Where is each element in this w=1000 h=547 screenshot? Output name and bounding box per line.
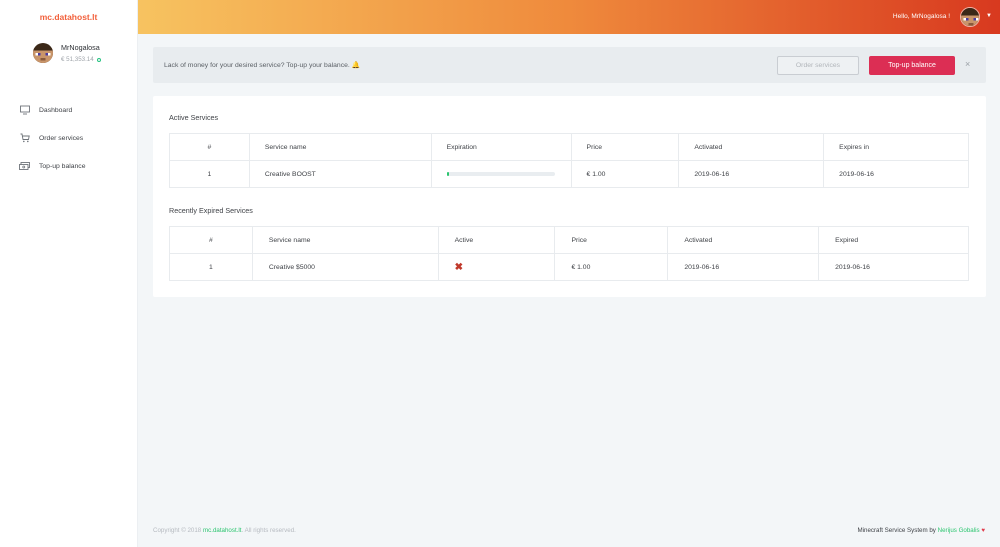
sidebar: mc.datahost.lt MrNogalosa € 51,353.14 Da… — [0, 0, 138, 547]
order-services-button[interactable]: Order services — [777, 56, 859, 75]
column-header: Expires in — [823, 133, 969, 161]
money-icon — [19, 161, 30, 172]
cart-icon — [19, 133, 30, 144]
monitor-icon — [19, 105, 30, 116]
expiration-cell — [430, 160, 572, 188]
column-header: Expiration — [430, 133, 572, 161]
chevron-down-icon[interactable]: ▼ — [986, 13, 992, 19]
alert-message: Lack of money for your desired service? … — [164, 62, 361, 69]
active-services-title: Active Services — [169, 113, 219, 122]
sidebar-item-label: Top-up balance — [39, 162, 86, 170]
column-header: Activated — [678, 133, 825, 161]
profile-balance: € 51,353.14 — [61, 56, 101, 63]
top-bar: Hello, MrNogalosa ! ▼ — [138, 0, 1000, 34]
column-header: Expired — [818, 226, 969, 254]
greeting-text: Hello, MrNogalosa ! — [892, 13, 950, 20]
expires-date: 2019-06-16 — [823, 160, 969, 188]
column-header: Service name — [251, 226, 439, 254]
column-header: Active — [437, 226, 556, 254]
table-header-row: # Service name Expiration Price Activate… — [169, 133, 969, 161]
footer-copyright: Copyright © 2018 mc.datahost.lt. All rig… — [153, 527, 296, 534]
sidebar-item-order-services[interactable]: Order services — [0, 124, 138, 152]
service-name: Creative BOOST — [248, 160, 432, 188]
table-row: 1 Creative $5000 ✖ € 1.00 2019-06-16 201… — [169, 253, 969, 281]
column-header: # — [169, 133, 250, 161]
brand-logo[interactable]: mc.datahost.lt — [0, 0, 137, 34]
online-status-icon — [96, 57, 101, 62]
services-card: Active Services # Service name Expiratio… — [153, 96, 986, 297]
profile-name: MrNogalosa — [61, 43, 100, 52]
row-index: 1 — [169, 253, 253, 281]
user-menu-avatar[interactable] — [960, 7, 980, 27]
expired-services-title: Recently Expired Services — [169, 206, 253, 215]
table-row: 1 Creative BOOST € 1.00 2019-06-16 2019-… — [169, 160, 969, 188]
footer-credits: Minecraft Service System by Nerijus Goba… — [857, 527, 985, 534]
column-header: # — [169, 226, 253, 254]
sidebar-item-label: Dashboard — [39, 106, 73, 114]
column-header: Service name — [248, 133, 432, 161]
service-price: € 1.00 — [570, 160, 680, 188]
sidebar-item-topup-balance[interactable]: Top-up balance — [0, 152, 138, 180]
column-header: Price — [554, 226, 669, 254]
active-services-table: # Service name Expiration Price Activate… — [169, 133, 969, 188]
sidebar-nav: Dashboard Order services Top-up balance — [0, 96, 138, 180]
sidebar-item-dashboard[interactable]: Dashboard — [0, 96, 138, 124]
expired-date: 2019-06-16 — [818, 253, 969, 281]
table-header-row: # Service name Active Price Activated Ex… — [169, 226, 969, 254]
expired-services-table: # Service name Active Price Activated Ex… — [169, 226, 969, 281]
expiration-progress-fill — [446, 172, 449, 176]
close-icon[interactable]: × — [965, 59, 970, 69]
activated-date: 2019-06-16 — [667, 253, 820, 281]
service-price: € 1.00 — [554, 253, 669, 281]
column-header: Activated — [667, 226, 820, 254]
user-profile: MrNogalosa € 51,353.14 — [33, 43, 101, 63]
expiration-progress — [446, 172, 555, 176]
active-status-cell: ✖ — [437, 253, 556, 281]
row-index: 1 — [169, 160, 250, 188]
x-mark-icon: ✖ — [454, 261, 463, 273]
service-name: Creative $5000 — [251, 253, 439, 281]
footer-site-link[interactable]: mc.datahost.lt — [203, 527, 242, 534]
footer-author-link[interactable]: Nerijus Gobalis — [938, 527, 980, 534]
avatar[interactable] — [33, 43, 53, 63]
heart-icon: ♥ — [981, 527, 985, 534]
sidebar-item-label: Order services — [39, 134, 84, 142]
topup-balance-button[interactable]: Top-up balance — [869, 56, 955, 75]
balance-alert: Lack of money for your desired service? … — [153, 47, 986, 83]
column-header: Price — [570, 133, 680, 161]
activated-date: 2019-06-16 — [678, 160, 825, 188]
